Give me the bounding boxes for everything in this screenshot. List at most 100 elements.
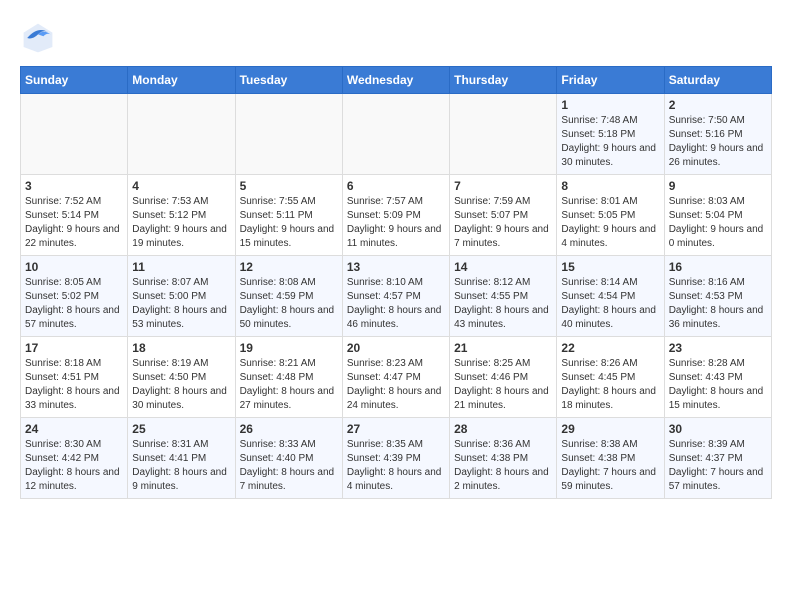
calendar-cell: 7 Sunrise: 7:59 AM Sunset: 5:07 PM Daylig… <box>450 175 557 256</box>
calendar-body: 1Sunrise: 7:48 AM Sunset: 5:18 PM Daylig… <box>21 94 772 499</box>
day-number: 16 <box>669 260 767 274</box>
weekday-header: Wednesday <box>342 67 449 94</box>
day-info: Sunrise: 8:28 AM Sunset: 4:43 PM Dayligh… <box>669 357 767 413</box>
calendar-cell: 21 Sunrise: 8:25 AM Sunset: 4:46 PM Dayli… <box>450 337 557 418</box>
calendar-week-row: 24 Sunrise: 8:30 AM Sunset: 4:42 PM Dayli… <box>21 418 772 499</box>
calendar-cell: 24 Sunrise: 8:30 AM Sunset: 4:42 PM Dayli… <box>21 418 128 499</box>
day-info: Sunrise: 8:33 AM Sunset: 4:40 PM Dayligh… <box>240 438 338 494</box>
header-row: SundayMondayTuesdayWednesdayThursdayFrid… <box>21 67 772 94</box>
day-number: 7 <box>454 179 552 193</box>
calendar-cell: 3 Sunrise: 7:52 AM Sunset: 5:14 PM Daylig… <box>21 175 128 256</box>
day-info: Sunrise: 8:18 AM Sunset: 4:51 PM Dayligh… <box>25 357 123 413</box>
calendar-cell <box>342 94 449 175</box>
day-info: Sunrise: 7:52 AM Sunset: 5:14 PM Dayligh… <box>25 195 123 251</box>
day-number: 23 <box>669 341 767 355</box>
calendar-cell: 1Sunrise: 7:48 AM Sunset: 5:18 PM Daylig… <box>557 94 664 175</box>
day-info: Sunrise: 8:12 AM Sunset: 4:55 PM Dayligh… <box>454 276 552 332</box>
day-info: Sunrise: 8:38 AM Sunset: 4:38 PM Dayligh… <box>561 438 659 494</box>
calendar-cell: 5 Sunrise: 7:55 AM Sunset: 5:11 PM Daylig… <box>235 175 342 256</box>
day-number: 20 <box>347 341 445 355</box>
calendar-week-row: 3 Sunrise: 7:52 AM Sunset: 5:14 PM Daylig… <box>21 175 772 256</box>
day-number: 22 <box>561 341 659 355</box>
calendar-cell: 13 Sunrise: 8:10 AM Sunset: 4:57 PM Dayli… <box>342 256 449 337</box>
day-number: 10 <box>25 260 123 274</box>
weekday-header: Tuesday <box>235 67 342 94</box>
logo <box>20 20 60 56</box>
calendar-cell <box>128 94 235 175</box>
day-info: Sunrise: 8:36 AM Sunset: 4:38 PM Dayligh… <box>454 438 552 494</box>
day-info: Sunrise: 8:39 AM Sunset: 4:37 PM Dayligh… <box>669 438 767 494</box>
calendar-cell: 10 Sunrise: 8:05 AM Sunset: 5:02 PM Dayli… <box>21 256 128 337</box>
day-number: 11 <box>132 260 230 274</box>
day-info: Sunrise: 8:31 AM Sunset: 4:41 PM Dayligh… <box>132 438 230 494</box>
day-info: Sunrise: 8:26 AM Sunset: 4:45 PM Dayligh… <box>561 357 659 413</box>
calendar-cell: 25 Sunrise: 8:31 AM Sunset: 4:41 PM Dayli… <box>128 418 235 499</box>
calendar-cell: 4 Sunrise: 7:53 AM Sunset: 5:12 PM Daylig… <box>128 175 235 256</box>
calendar-cell: 26Sunrise: 8:33 AM Sunset: 4:40 PM Dayli… <box>235 418 342 499</box>
day-info: Sunrise: 7:59 AM Sunset: 5:07 PM Dayligh… <box>454 195 552 251</box>
calendar-cell: 23 Sunrise: 8:28 AM Sunset: 4:43 PM Dayli… <box>664 337 771 418</box>
day-number: 24 <box>25 422 123 436</box>
day-number: 27 <box>347 422 445 436</box>
calendar-cell: 16 Sunrise: 8:16 AM Sunset: 4:53 PM Dayli… <box>664 256 771 337</box>
calendar-cell: 11Sunrise: 8:07 AM Sunset: 5:00 PM Dayli… <box>128 256 235 337</box>
day-info: Sunrise: 8:25 AM Sunset: 4:46 PM Dayligh… <box>454 357 552 413</box>
day-info: Sunrise: 8:30 AM Sunset: 4:42 PM Dayligh… <box>25 438 123 494</box>
calendar-header: SundayMondayTuesdayWednesdayThursdayFrid… <box>21 67 772 94</box>
calendar-cell: 29 Sunrise: 8:38 AM Sunset: 4:38 PM Dayli… <box>557 418 664 499</box>
calendar-cell: 6 Sunrise: 7:57 AM Sunset: 5:09 PM Daylig… <box>342 175 449 256</box>
calendar-week-row: 10 Sunrise: 8:05 AM Sunset: 5:02 PM Dayli… <box>21 256 772 337</box>
calendar-cell: 19 Sunrise: 8:21 AM Sunset: 4:48 PM Dayli… <box>235 337 342 418</box>
day-number: 5 <box>240 179 338 193</box>
day-info: Sunrise: 8:19 AM Sunset: 4:50 PM Dayligh… <box>132 357 230 413</box>
day-number: 9 <box>669 179 767 193</box>
weekday-header: Thursday <box>450 67 557 94</box>
day-info: Sunrise: 8:01 AM Sunset: 5:05 PM Dayligh… <box>561 195 659 251</box>
day-info: Sunrise: 8:23 AM Sunset: 4:47 PM Dayligh… <box>347 357 445 413</box>
day-number: 15 <box>561 260 659 274</box>
calendar-cell: 14 Sunrise: 8:12 AM Sunset: 4:55 PM Dayli… <box>450 256 557 337</box>
day-info: Sunrise: 7:53 AM Sunset: 5:12 PM Dayligh… <box>132 195 230 251</box>
day-info: Sunrise: 7:55 AM Sunset: 5:11 PM Dayligh… <box>240 195 338 251</box>
weekday-header: Friday <box>557 67 664 94</box>
day-info: Sunrise: 8:05 AM Sunset: 5:02 PM Dayligh… <box>25 276 123 332</box>
day-info: Sunrise: 8:10 AM Sunset: 4:57 PM Dayligh… <box>347 276 445 332</box>
day-number: 17 <box>25 341 123 355</box>
day-number: 30 <box>669 422 767 436</box>
calendar-cell: 20 Sunrise: 8:23 AM Sunset: 4:47 PM Dayli… <box>342 337 449 418</box>
day-info: Sunrise: 8:16 AM Sunset: 4:53 PM Dayligh… <box>669 276 767 332</box>
calendar-cell: 22 Sunrise: 8:26 AM Sunset: 4:45 PM Dayli… <box>557 337 664 418</box>
day-number: 3 <box>25 179 123 193</box>
day-info: Sunrise: 7:57 AM Sunset: 5:09 PM Dayligh… <box>347 195 445 251</box>
day-number: 28 <box>454 422 552 436</box>
calendar-week-row: 17 Sunrise: 8:18 AM Sunset: 4:51 PM Dayli… <box>21 337 772 418</box>
day-number: 19 <box>240 341 338 355</box>
day-number: 8 <box>561 179 659 193</box>
day-number: 25 <box>132 422 230 436</box>
day-number: 2 <box>669 98 767 112</box>
day-number: 14 <box>454 260 552 274</box>
day-info: Sunrise: 7:48 AM Sunset: 5:18 PM Dayligh… <box>561 114 659 170</box>
day-number: 4 <box>132 179 230 193</box>
calendar-cell: 27 Sunrise: 8:35 AM Sunset: 4:39 PM Dayli… <box>342 418 449 499</box>
calendar-table: SundayMondayTuesdayWednesdayThursdayFrid… <box>20 66 772 499</box>
day-number: 18 <box>132 341 230 355</box>
calendar-cell: 9 Sunrise: 8:03 AM Sunset: 5:04 PM Daylig… <box>664 175 771 256</box>
day-info: Sunrise: 8:03 AM Sunset: 5:04 PM Dayligh… <box>669 195 767 251</box>
day-info: Sunrise: 8:21 AM Sunset: 4:48 PM Dayligh… <box>240 357 338 413</box>
calendar-cell: 28 Sunrise: 8:36 AM Sunset: 4:38 PM Dayli… <box>450 418 557 499</box>
calendar-cell: 8 Sunrise: 8:01 AM Sunset: 5:05 PM Daylig… <box>557 175 664 256</box>
day-number: 13 <box>347 260 445 274</box>
day-info: Sunrise: 8:14 AM Sunset: 4:54 PM Dayligh… <box>561 276 659 332</box>
calendar-cell <box>450 94 557 175</box>
day-number: 21 <box>454 341 552 355</box>
day-info: Sunrise: 8:35 AM Sunset: 4:39 PM Dayligh… <box>347 438 445 494</box>
day-info: Sunrise: 7:50 AM Sunset: 5:16 PM Dayligh… <box>669 114 767 170</box>
calendar-cell: 17 Sunrise: 8:18 AM Sunset: 4:51 PM Dayli… <box>21 337 128 418</box>
weekday-header: Monday <box>128 67 235 94</box>
day-number: 6 <box>347 179 445 193</box>
weekday-header: Sunday <box>21 67 128 94</box>
calendar-cell: 12Sunrise: 8:08 AM Sunset: 4:59 PM Dayli… <box>235 256 342 337</box>
day-number: 29 <box>561 422 659 436</box>
weekday-header: Saturday <box>664 67 771 94</box>
